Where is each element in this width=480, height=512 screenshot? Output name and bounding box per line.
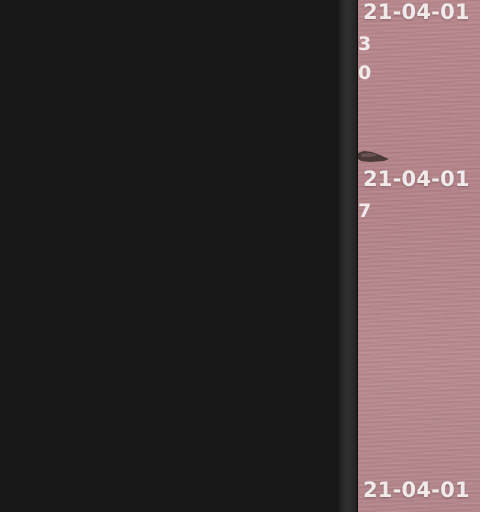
photo-thumbnail-strip[interactable]	[358, 0, 480, 512]
photo-label-fragment: 3	[358, 33, 372, 55]
photo-date-label: 21-04-01	[363, 167, 470, 191]
photo-label-fragment: 0	[358, 62, 372, 84]
photo-date-label: 21-04-01	[363, 0, 470, 24]
pebble-in-photo	[358, 151, 389, 162]
photo-label-fragment: 7	[358, 200, 372, 222]
photo-date-label: 21-04-01	[363, 478, 470, 502]
empty-content-pane	[0, 0, 339, 512]
screen: 21-04-01 3 0 21-04-01 7 21-04-01	[0, 0, 480, 512]
pane-resize-handle[interactable]	[339, 0, 358, 512]
